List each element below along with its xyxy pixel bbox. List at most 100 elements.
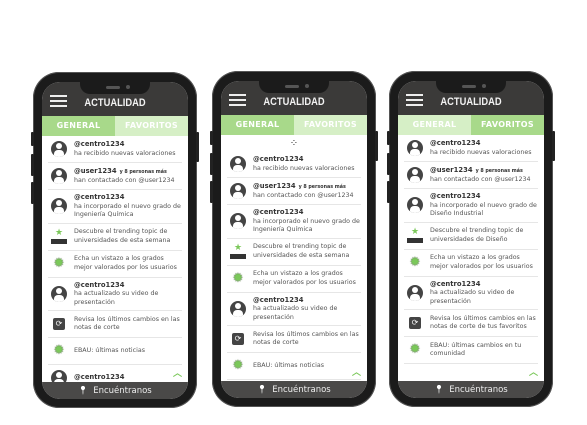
feed-message: ha incorporado el nuevo grado de Ingenie…	[74, 202, 181, 219]
feed-user[interactable]: @user1234	[253, 182, 296, 190]
feed-item[interactable]: ✹ EBAU: últimas cambios en tu comunidad	[404, 337, 538, 364]
feed-item[interactable]: ⟳ Revisa los últimos cambios en las notas…	[404, 310, 538, 337]
feed-user[interactable]: @centro1234	[430, 139, 480, 147]
feed-list: @centro1234 ha recibido nuevas valoracion…	[42, 136, 188, 392]
tab-favoritos[interactable]: FAVORITOS	[471, 115, 544, 135]
feed-user[interactable]: @centro1234	[253, 296, 303, 304]
feed-extra: y 8 personas más	[475, 168, 523, 174]
feed-item-text: @centro1234 ha incorporado el nuevo grado…	[74, 193, 182, 220]
scroll-up-chevron-icon[interactable]: ︿	[173, 366, 182, 379]
feed-message: Revisa los últimos cambios en las notas …	[253, 330, 359, 347]
phone-mockup: ACTUALIDAD GENERAL FAVORITOS ⁘ @centro1234 ha…	[210, 71, 378, 407]
avatar-icon	[404, 284, 426, 301]
feed-item[interactable]: @centro1234 ha recibido nuevas valoracion…	[48, 136, 182, 163]
feed-item[interactable]: @centro1234 ha incorporado el nuevo grado…	[404, 189, 538, 223]
feed-user[interactable]: @centro1234	[430, 192, 480, 200]
feed-item[interactable]: @centro1234 ha incorporado el nuevo grado…	[227, 205, 361, 239]
feed-item[interactable]: @user1234 y 8 personas más han contactado …	[48, 163, 182, 190]
feed-message: EBAU: últimas cambios en tu comunidad	[430, 341, 522, 358]
tab-general[interactable]: GENERAL	[42, 116, 115, 136]
avatar-icon	[227, 156, 249, 172]
feed-item[interactable]: ✹ EBAU: últimas noticias	[227, 353, 361, 380]
avatar-icon	[227, 213, 249, 230]
feed-message: ha actualizado su video de presentación	[74, 290, 159, 306]
feed-item[interactable]: ✹ Echa un vistazo a los grados mejor valo…	[404, 250, 538, 277]
feed-item-text: Echa un vistazo a los grados mejor valor…	[430, 254, 538, 271]
podium-icon-glyph	[406, 227, 424, 243]
feed-item[interactable]: @centro1234 ha incorporado el nuevo grado…	[48, 190, 182, 224]
find-us-button[interactable]: 📍 Encuéntranos	[42, 382, 188, 399]
feed-item[interactable]: ✹ Echa un vistazo a los grados mejor valo…	[227, 266, 361, 293]
tab-favoritos[interactable]: FAVORITOS	[115, 116, 188, 136]
phone-side-button	[196, 132, 199, 162]
avatar-icon-glyph	[51, 198, 67, 215]
refresh-icon: ⟳	[227, 333, 249, 345]
badge-icon-glyph: ✹	[53, 255, 65, 271]
feed-item-text: @centro1234 ha recibido nuevas valoracion…	[253, 155, 355, 173]
feed-item[interactable]: Descubre el trending topic de universida…	[404, 223, 538, 250]
feed-item[interactable]: @centro1234 ha actualizado su video de pr…	[404, 277, 538, 310]
feed-message: ha recibido nuevas valoraciones	[74, 149, 176, 157]
feed-message: ha actualizado su video de presentación	[430, 289, 515, 305]
avatar-icon	[227, 300, 249, 317]
feed-message: ha recibido nuevas valoraciones	[430, 148, 532, 156]
tab-bar: GENERAL FAVORITOS	[398, 115, 544, 135]
feed-user[interactable]: @centro1234	[74, 281, 124, 289]
feed-item-text: @user1234 y 8 personas más han contactado …	[253, 182, 353, 201]
avatar-icon-glyph	[51, 141, 67, 157]
feed-item[interactable]: Descubre el trending topic de universida…	[227, 239, 361, 266]
feed-user[interactable]: @centro1234	[430, 280, 480, 288]
feed-item[interactable]: @centro1234 ha actualizado su video de pr…	[48, 278, 182, 311]
feed-item[interactable]: @centro1234 ha recibido nuevas valoracion…	[404, 135, 538, 162]
feed-message: ha actualizado su video de presentación	[253, 305, 338, 321]
feed-user[interactable]: @user1234	[74, 167, 117, 175]
feed-user[interactable]: @centro1234	[74, 193, 124, 201]
badge-icon: ✹	[227, 270, 249, 286]
badge-icon-glyph: ✹	[232, 270, 244, 286]
feed-message: Echa un vistazo a los grados mejor valor…	[430, 254, 533, 270]
avatar-icon-glyph	[230, 213, 246, 230]
feed-extra: y 8 personas más	[119, 169, 167, 175]
feed-item[interactable]: @centro1234 ha recibido nuevas valoracion…	[227, 151, 361, 178]
feed-item[interactable]: @user1234 y 8 personas más han contactado …	[227, 178, 361, 205]
feed-user[interactable]: @centro1234	[74, 373, 124, 381]
feed-item[interactable]: ⟳ Revisa los últimos cambios en las notas…	[227, 326, 361, 353]
footer-label: Encuéntranos	[93, 386, 152, 396]
phone-side-button	[31, 182, 34, 204]
feed-message: han contactado con @user1234	[74, 177, 175, 184]
scroll-up-chevron-icon[interactable]: ︿	[529, 365, 538, 378]
feed-message: han contactado con @user1234	[430, 176, 531, 183]
feed-item-text: Revisa los últimos cambios en las notas …	[430, 315, 538, 332]
location-pin-icon: 📍	[434, 385, 445, 394]
avatar-icon	[48, 198, 70, 215]
tab-bar: GENERAL FAVORITOS	[221, 115, 367, 135]
feed-user[interactable]: @user1234	[430, 166, 473, 174]
scroll-up-chevron-icon[interactable]: ︿	[352, 365, 361, 378]
tab-favoritos[interactable]: FAVORITOS	[294, 115, 367, 135]
feed-item[interactable]: ⟳ Revisa los últimos cambios en las notas…	[48, 311, 182, 338]
feed-item[interactable]: ✹ EBAU: últimas noticias	[48, 338, 182, 365]
feed-item-text: Echa un vistazo a los grados mejor valor…	[253, 270, 361, 287]
feed-item-text: @centro1234 ha actualizado su video de pr…	[253, 296, 361, 323]
find-us-button[interactable]: 📍 Encuéntranos	[221, 381, 367, 398]
feed-item[interactable]: Descubre el trending topic de universida…	[48, 224, 182, 251]
feed-item[interactable]: @centro1234 ha actualizado su video de pr…	[227, 293, 361, 326]
tab-general[interactable]: GENERAL	[398, 115, 471, 135]
tab-general[interactable]: GENERAL	[221, 115, 294, 135]
feed-user[interactable]: @centro1234	[74, 140, 124, 148]
feed-item[interactable]: ✹ Echa un vistazo a los grados mejor valo…	[48, 251, 182, 278]
feed-item-text: EBAU: últimas noticias	[253, 362, 324, 371]
feed-item-text: Revisa los últimos cambios en las notas …	[253, 331, 361, 348]
phone-side-button	[552, 131, 555, 161]
location-pin-icon: 📍	[257, 385, 268, 394]
badge-icon: ✹	[404, 343, 426, 357]
feed-item[interactable]: @user1234 y 8 personas más han contactado …	[404, 162, 538, 189]
feed-item-text: @user1234 y 8 personas más han contactado …	[430, 166, 530, 185]
find-us-button[interactable]: 📍 Encuéntranos	[398, 381, 544, 398]
refresh-icon-glyph: ⟳	[232, 333, 244, 345]
feed-item-text: Revisa los últimos cambios en las notas …	[74, 316, 182, 333]
feed-user[interactable]: @centro1234	[253, 155, 303, 163]
phone-side-button	[375, 131, 378, 161]
feed-user[interactable]: @centro1234	[253, 208, 303, 216]
badge-icon-glyph: ✹	[409, 254, 421, 270]
